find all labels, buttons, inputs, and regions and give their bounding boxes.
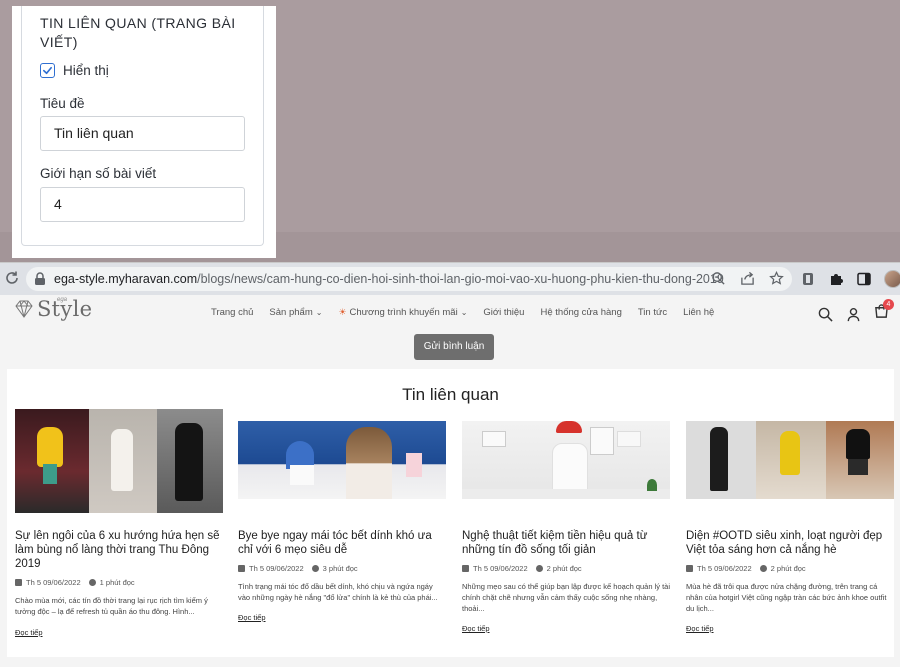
article-date: Th 5 09/06/2022 [473, 564, 528, 573]
clock-icon [759, 565, 767, 572]
logo-small-text: ega [57, 297, 68, 303]
article-meta: Th 5 09/06/2022 1 phút đọc [15, 578, 223, 587]
article-excerpt: Tình trạng mái tóc đổ dầu bết dính, khó … [238, 582, 438, 602]
clock-icon [311, 565, 319, 572]
calendar-icon [686, 565, 693, 572]
show-toggle-row[interactable]: Hiển thị [40, 63, 109, 78]
cart-button[interactable]: 4 [874, 299, 894, 324]
read-more-link[interactable]: Đọc tiếp [462, 624, 490, 633]
article-card[interactable]: Diện #OOTD siêu xinh, loạt người đẹp Việ… [686, 409, 894, 633]
calendar-icon [15, 579, 22, 586]
nav-about-label: Giới thiệu [483, 307, 525, 318]
settings-section-title: TIN LIÊN QUAN (TRANG BÀI VIẾT) [40, 15, 236, 50]
article-excerpt: Những mẹo sau có thể giúp bạn lập được k… [462, 582, 671, 613]
clock-icon [535, 565, 543, 572]
read-more-link[interactable]: Đọc tiếp [15, 628, 43, 637]
article-title[interactable]: Diện #OOTD siêu xinh, loạt người đẹp Việ… [686, 529, 894, 557]
bookmark-star-icon[interactable] [769, 271, 784, 286]
article-title[interactable]: Sự lên ngôi của 6 xu hướng hứa hẹn sẽ là… [15, 529, 223, 571]
search-icon[interactable] [818, 307, 833, 322]
article-read-time: 2 phút đọc [770, 564, 806, 573]
nav-stores[interactable]: Hệ thống cửa hàng [540, 307, 621, 318]
read-more-link[interactable]: Đọc tiếp [238, 613, 266, 622]
related-posts-title: Tin liên quan [402, 385, 499, 404]
browser-toolbar: ega-style.myharavan.com/blogs/news/cam-h… [0, 263, 900, 295]
nav-products-label: Sản phẩm [269, 307, 313, 318]
nav-contact-label: Liên hệ [683, 307, 715, 318]
related-posts-settings-card: TIN LIÊN QUAN (TRANG BÀI VIẾT) Hiển thị … [21, 6, 264, 246]
settings-panel: TIN LIÊN QUAN (TRANG BÀI VIẾT) Hiển thị … [12, 6, 276, 258]
chevron-down-icon: ⌄ [460, 308, 468, 317]
diamond-icon [15, 300, 33, 318]
calendar-icon [462, 565, 469, 572]
nav-stores-label: Hệ thống cửa hàng [540, 307, 622, 318]
article-excerpt: Mùa hè đã trôi qua được nửa chặng đường,… [686, 582, 887, 613]
browser-preview: ega-style.myharavan.com/blogs/news/cam-h… [0, 262, 900, 667]
article-thumbnail[interactable] [686, 421, 894, 499]
article-meta: Th 5 09/06/2022 3 phút đọc [238, 564, 446, 573]
puzzle-icon[interactable] [828, 271, 844, 287]
article-title[interactable]: Nghệ thuật tiết kiệm tiền hiệu quả từ nh… [462, 529, 670, 557]
article-card[interactable]: Sự lên ngôi của 6 xu hướng hứa hẹn sẽ là… [15, 409, 223, 637]
article-thumbnail[interactable] [238, 421, 446, 499]
address-bar[interactable]: ega-style.myharavan.com/blogs/news/cam-h… [26, 267, 792, 291]
article-meta: Th 5 09/06/2022 2 phút đọc [462, 564, 670, 573]
profile-avatar[interactable] [884, 270, 900, 288]
lock-icon[interactable] [34, 272, 46, 286]
article-date: Th 5 09/06/2022 [26, 578, 81, 587]
show-checkbox-label: Hiển thị [63, 63, 109, 78]
url-host: ega-style.myharavan.com [54, 272, 198, 286]
nav-promo[interactable]: ☀ Chương trình khuyến mãi ⌄ [338, 307, 467, 318]
show-checkbox[interactable] [40, 63, 55, 78]
title-field-label: Tiêu đề [40, 96, 85, 111]
side-panel-icon[interactable] [856, 271, 872, 287]
article-thumbnail[interactable] [15, 409, 223, 513]
title-field[interactable]: Tin liên quan [40, 116, 245, 151]
nav-promo-label: Chương trình khuyến mãi [349, 307, 458, 318]
limit-field[interactable]: 4 [40, 187, 245, 222]
article-thumbnail[interactable] [462, 421, 670, 499]
nav-about[interactable]: Giới thiệu [483, 307, 524, 318]
reload-icon[interactable] [4, 270, 20, 286]
article-read-time: 3 phút đọc [322, 564, 358, 573]
nav-contact[interactable]: Liên hệ [683, 307, 714, 318]
article-title[interactable]: Bye bye ngay mái tóc bết dính khó ưa chỉ… [238, 529, 446, 557]
chevron-down-icon: ⌄ [315, 308, 323, 317]
nav-products[interactable]: Sản phẩm ⌄ [269, 307, 322, 318]
checkmark-icon [43, 66, 52, 75]
article-read-time: 2 phút đọc [546, 564, 582, 573]
nav-home-label: Trang chủ [211, 307, 254, 318]
cart-count-badge: 4 [883, 299, 894, 310]
clock-icon [88, 579, 96, 586]
url-path: /blogs/news/cam-hung-co-dien-hoi-sinh-th… [197, 272, 724, 286]
article-meta: Th 5 09/06/2022 2 phút đọc [686, 564, 894, 573]
article-card[interactable]: Nghệ thuật tiết kiệm tiền hiệu quả từ nh… [462, 409, 670, 633]
user-icon[interactable] [846, 307, 861, 322]
article-read-time: 1 phút đọc [99, 578, 135, 587]
flame-icon: ☀ [338, 307, 347, 317]
nav-news[interactable]: Tin tức [638, 307, 667, 318]
site-header: Style ega Trang chủ Sản phẩm ⌄ ☀ Chương tr… [0, 295, 900, 329]
article-card[interactable]: Bye bye ngay mái tóc bết dính khó ưa chỉ… [238, 409, 446, 622]
article-date: Th 5 09/06/2022 [697, 564, 752, 573]
related-posts-section: Tin liên quan Sự lên ngôi của 6 xu hướng… [7, 369, 894, 657]
limit-field-label: Giới hạn số bài viết [40, 166, 157, 181]
calendar-icon [238, 565, 245, 572]
article-excerpt: Chào mùa mới, các tín đồ thời trang lại … [15, 596, 208, 616]
zoom-icon[interactable] [711, 271, 726, 286]
extension-icon[interactable] [800, 271, 816, 287]
article-date: Th 5 09/06/2022 [249, 564, 304, 573]
main-nav: Trang chủ Sản phẩm ⌄ ☀ Chương trình khuyến… [211, 307, 714, 318]
nav-home[interactable]: Trang chủ [211, 307, 253, 318]
url-text: ega-style.myharavan.com/blogs/news/cam-h… [54, 272, 724, 286]
site-logo[interactable]: Style ega [14, 297, 92, 321]
nav-news-label: Tin tức [637, 307, 668, 318]
send-comment-button[interactable]: Gửi bình luận [414, 334, 494, 360]
read-more-link[interactable]: Đọc tiếp [686, 624, 714, 633]
share-icon[interactable] [740, 271, 755, 286]
